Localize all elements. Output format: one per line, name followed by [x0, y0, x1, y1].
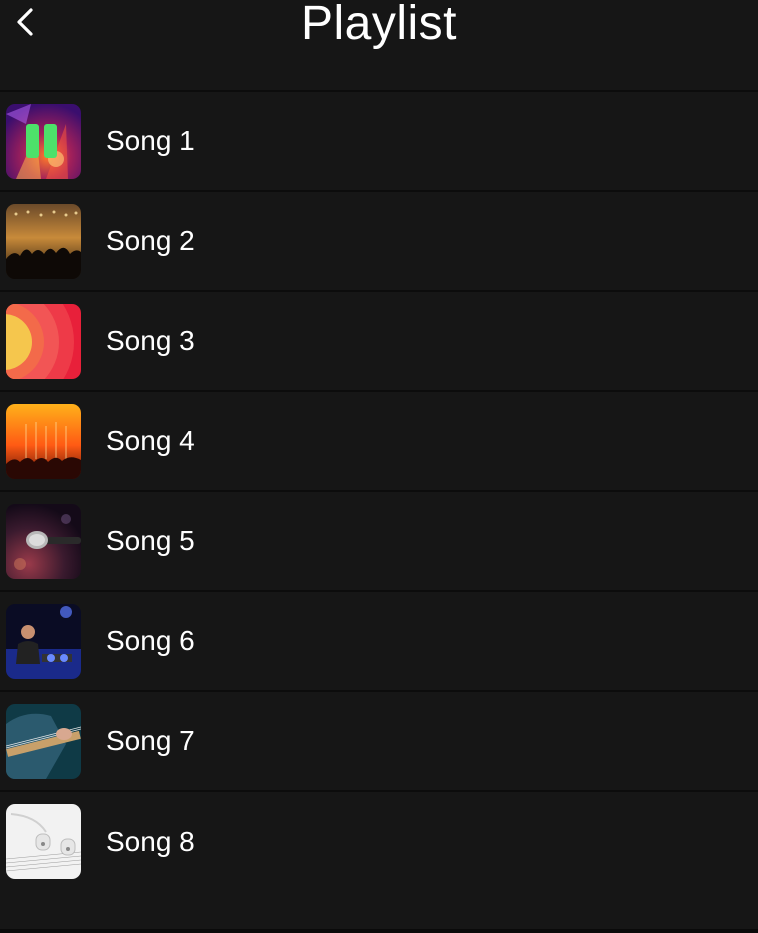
- album-art-thumbnail: [6, 404, 81, 479]
- album-art-thumbnail: [6, 204, 81, 279]
- song-title: Song 5: [106, 525, 195, 556]
- song-row-4[interactable]: Song 4: [0, 392, 758, 492]
- album-art-thumbnail: [6, 604, 81, 679]
- song-row-8[interactable]: Song 8: [0, 792, 758, 892]
- song-row-6[interactable]: Song 6: [0, 592, 758, 692]
- song-list: Song 1 Song 2 Song 3 Song 4 Song 5 Song …: [0, 92, 758, 892]
- header: Playlist: [0, 0, 758, 92]
- song-title: Song 8: [106, 826, 195, 857]
- pause-icon[interactable]: [6, 104, 81, 179]
- album-art-thumbnail: [6, 504, 81, 579]
- song-row-5[interactable]: Song 5: [0, 492, 758, 592]
- album-art-thumbnail: [6, 304, 81, 379]
- song-title: Song 4: [106, 425, 195, 456]
- song-row-1[interactable]: Song 1: [0, 92, 758, 192]
- song-title: Song 7: [106, 725, 195, 756]
- song-row-7[interactable]: Song 7: [0, 692, 758, 792]
- bottom-edge: [0, 929, 758, 933]
- song-title: Song 6: [106, 625, 195, 656]
- album-art-thumbnail: [6, 104, 81, 179]
- page-title: Playlist: [300, 0, 458, 50]
- song-title: Song 1: [106, 125, 195, 156]
- playlist-screen: Playlist Song 1 Song 2 Song 3 Song 4 Son…: [0, 0, 758, 933]
- album-art-thumbnail: [6, 704, 81, 779]
- song-row-3[interactable]: Song 3: [0, 292, 758, 392]
- song-title: Song 2: [106, 225, 195, 256]
- album-art-thumbnail: [6, 804, 81, 879]
- song-title: Song 3: [106, 325, 195, 356]
- song-row-2[interactable]: Song 2: [0, 192, 758, 292]
